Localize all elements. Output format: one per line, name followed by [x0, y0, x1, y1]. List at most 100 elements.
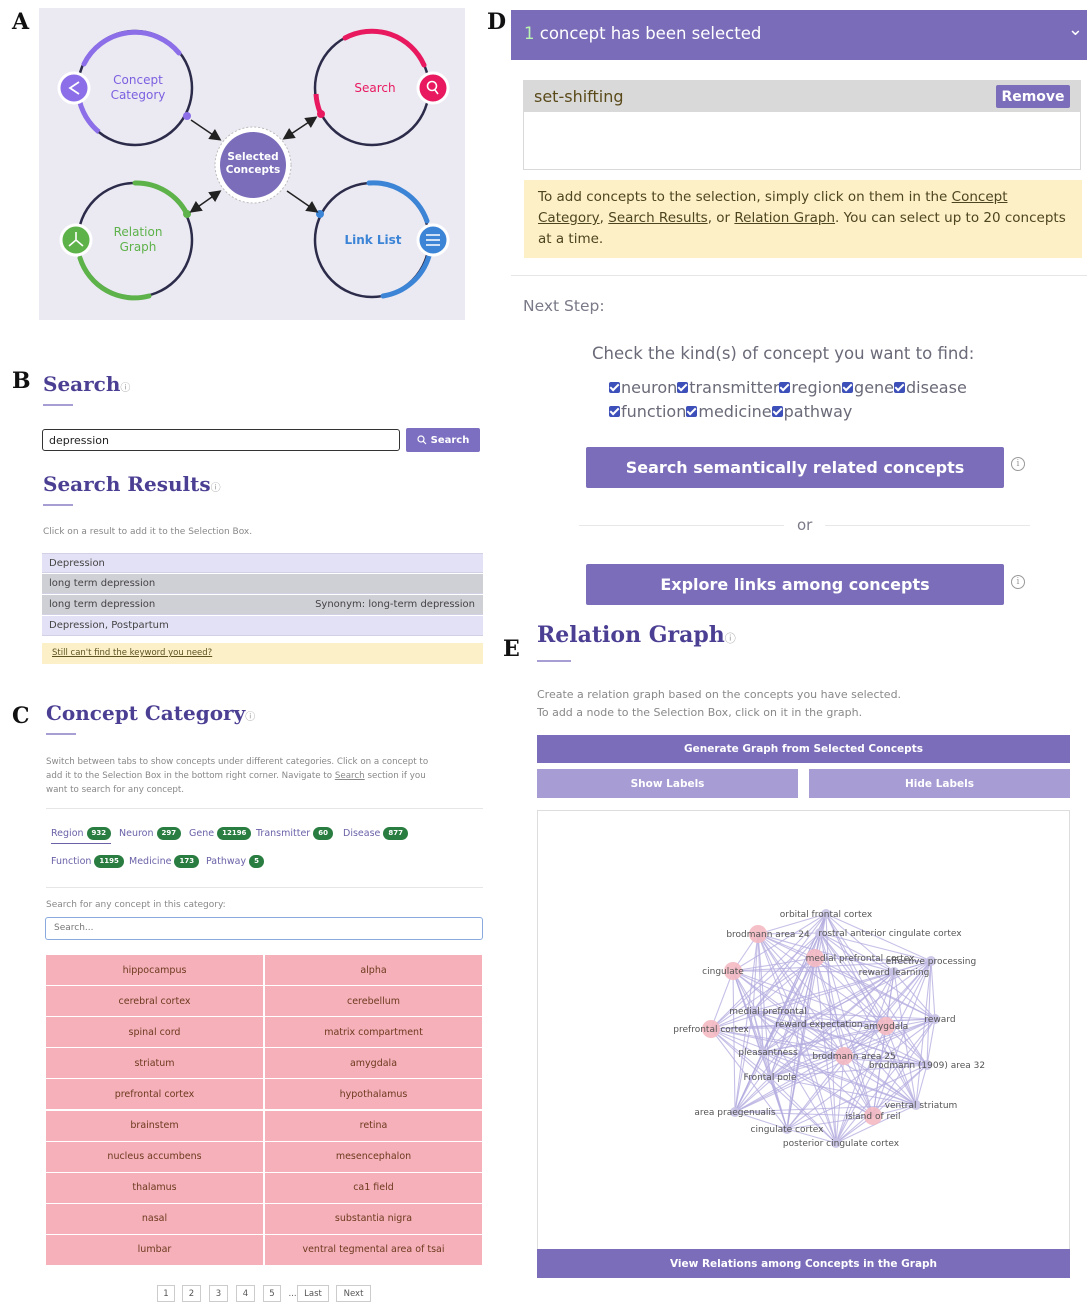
page-button: ...: [288, 1285, 297, 1302]
search-button[interactable]: Search: [406, 428, 480, 452]
tab-region[interactable]: Region 932: [51, 827, 112, 844]
concept-cell[interactable]: prefrontal cortex: [46, 1079, 263, 1111]
checkbox[interactable]: [686, 406, 698, 417]
info-icon[interactable]: i: [1011, 575, 1025, 589]
concept-cell[interactable]: lumbar: [46, 1234, 263, 1266]
selected-count: 1: [524, 24, 535, 43]
panel-label-a: A: [12, 9, 30, 35]
checkbox[interactable]: [677, 382, 689, 393]
generate-graph-button[interactable]: Generate Graph from Selected Concepts: [537, 735, 1070, 763]
concept-cell[interactable]: brainstem: [46, 1110, 263, 1142]
page-button[interactable]: Next: [336, 1285, 371, 1302]
graph-node-label[interactable]: effective processing: [886, 957, 976, 967]
tab-medicine[interactable]: Medicine 173: [129, 855, 200, 868]
graph-node-label[interactable]: ventral striatum: [885, 1101, 958, 1111]
checkbox[interactable]: [771, 406, 783, 417]
concept-cell[interactable]: nucleus accumbens: [46, 1141, 263, 1173]
checkbox[interactable]: [894, 382, 906, 393]
graph-node-label[interactable]: pleasantness: [738, 1048, 798, 1058]
result-row[interactable]: long term depression: [42, 574, 483, 594]
concept-cell[interactable]: hippocampus: [46, 955, 263, 986]
relation-graph-svg[interactable]: orbital frontal cortex brodmann area 24 ro…: [538, 811, 1071, 1271]
checkbox[interactable]: [842, 382, 854, 393]
tab-neuron[interactable]: Neuron 297: [119, 827, 182, 840]
result-row[interactable]: long term depression Synonym: long-term d…: [42, 595, 483, 615]
page-button[interactable]: 4: [236, 1285, 255, 1302]
page-button[interactable]: 3: [209, 1285, 228, 1302]
graph-node-label[interactable]: brodmann area 24: [726, 930, 810, 940]
chevron-down-icon[interactable]: ⌄: [1068, 6, 1083, 54]
heading-underline: [537, 660, 571, 662]
next-step-label: Next Step:: [523, 297, 605, 315]
concept-cell[interactable]: nasal: [46, 1203, 263, 1235]
concept-cell[interactable]: striatum: [46, 1048, 263, 1080]
tab-transmitter[interactable]: Transmitter 60: [256, 827, 333, 840]
graph-node-label[interactable]: reward: [924, 1015, 955, 1025]
heading-underline: [43, 404, 73, 406]
graph-node-label[interactable]: posterior cingulate cortex: [783, 1139, 900, 1149]
view-relations-button[interactable]: View Relations among Concepts in the Gra…: [537, 1249, 1070, 1278]
graph-edge: [710, 970, 734, 1030]
not-found-link[interactable]: Still can't find the keyword you need?: [42, 643, 483, 664]
graph-node-label[interactable]: area praegenualis: [694, 1108, 776, 1118]
concept-cell[interactable]: cerebellum: [265, 986, 482, 1018]
graph-node-label[interactable]: reward learning: [859, 968, 930, 978]
graph-node-label[interactable]: medial prefrontal: [729, 1007, 807, 1017]
explore-links-button[interactable]: Explore links among concepts: [586, 564, 1004, 605]
graph-node-label[interactable]: Frontal pole: [744, 1073, 797, 1083]
concept-cell[interactable]: ventral tegmental area of tsai: [265, 1234, 482, 1266]
concept-cell[interactable]: cerebral cortex: [46, 986, 263, 1018]
tab-gene[interactable]: Gene 12196: [189, 827, 252, 840]
graph-node-label[interactable]: brodmann (1909) area 32: [869, 1061, 985, 1071]
result-row[interactable]: Depression, Postpartum: [42, 616, 483, 636]
divider: [579, 525, 784, 526]
graph-node-label[interactable]: island of reil: [845, 1112, 900, 1122]
concept-cell[interactable]: substantia nigra: [265, 1203, 482, 1235]
concept-cell[interactable]: thalamus: [46, 1172, 263, 1204]
result-row[interactable]: Depression: [42, 553, 483, 573]
category-search-input[interactable]: Search...: [45, 917, 483, 940]
tab-disease[interactable]: Disease 877: [343, 827, 408, 840]
search-related-concepts-button[interactable]: Search semantically related concepts: [586, 447, 1004, 488]
graph-node-label[interactable]: cingulate: [702, 967, 744, 977]
concept-kind-label: transmitter: [689, 378, 780, 397]
graph-node-label[interactable]: rostral anterior cingulate cortex: [818, 929, 962, 939]
concept-cell[interactable]: amygdala: [265, 1048, 482, 1080]
share-icon: [57, 71, 91, 105]
relation-graph-canvas[interactable]: orbital frontal cortex brodmann area 24 ro…: [537, 810, 1070, 1270]
concept-cell[interactable]: ca1 field: [265, 1172, 482, 1204]
graph-node-label[interactable]: prefrontal cortex: [673, 1025, 749, 1035]
page-button[interactable]: 1: [157, 1285, 175, 1302]
graph-node-label[interactable]: reward expectation: [775, 1020, 862, 1030]
search-section-link[interactable]: Search: [335, 771, 365, 781]
checkbox[interactable]: [779, 382, 791, 393]
divider: [46, 808, 483, 809]
search-results-link[interactable]: Search Results: [608, 210, 707, 226]
concept-cell[interactable]: alpha: [265, 955, 482, 986]
divider: [825, 525, 1030, 526]
info-icon[interactable]: i: [1011, 457, 1025, 471]
search-input[interactable]: depression: [42, 429, 400, 451]
page-button[interactable]: Last: [297, 1285, 329, 1302]
tab-pathway[interactable]: Pathway 5: [206, 855, 264, 868]
remove-button[interactable]: Remove: [996, 85, 1070, 108]
count-badge: 5: [249, 855, 264, 868]
concept-cell[interactable]: hypothalamus: [265, 1079, 482, 1111]
count-badge: 932: [86, 827, 112, 840]
concept-cell[interactable]: retina: [265, 1110, 482, 1142]
page-button[interactable]: 5: [263, 1285, 281, 1302]
relation-graph-link[interactable]: Relation Graph: [734, 210, 835, 226]
checkbox[interactable]: [609, 382, 620, 393]
page-button[interactable]: 2: [182, 1285, 201, 1302]
selection-header[interactable]: 1 concept has been selected ⌄: [511, 10, 1087, 60]
graph-node-label[interactable]: orbital frontal cortex: [780, 910, 873, 920]
tab-function[interactable]: Function 1195: [51, 855, 124, 868]
concept-cell[interactable]: spinal cord: [46, 1017, 263, 1049]
checkbox[interactable]: [609, 406, 620, 417]
show-labels-button[interactable]: Show Labels: [537, 769, 798, 798]
concept-cell[interactable]: matrix compartment: [265, 1017, 482, 1049]
graph-node-label[interactable]: cingulate cortex: [751, 1125, 825, 1135]
concept-cell[interactable]: mesencephalon: [265, 1141, 482, 1173]
hide-labels-button[interactable]: Hide Labels: [809, 769, 1070, 798]
graph-node-label[interactable]: amygdala: [864, 1022, 909, 1032]
